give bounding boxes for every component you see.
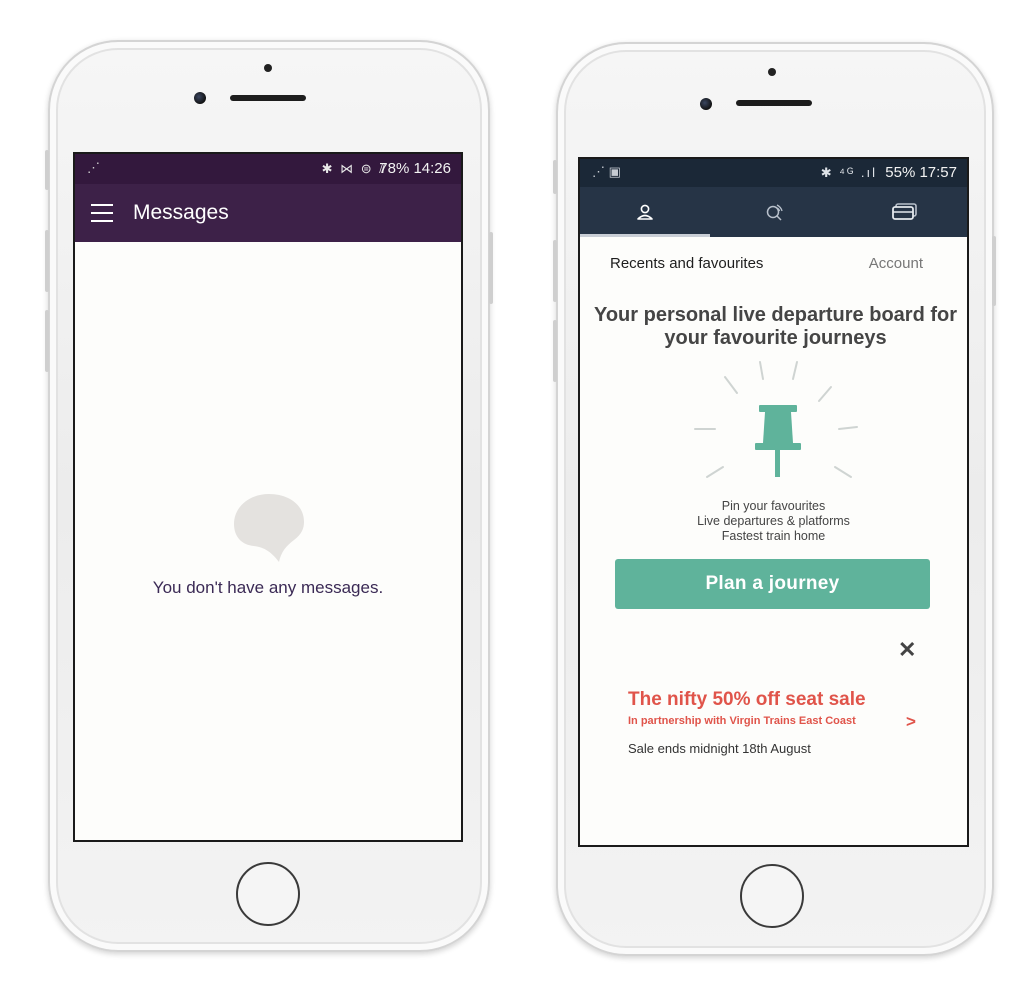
headline: Your personal live departure board for y… <box>593 304 958 349</box>
chevron-right-icon[interactable]: > <box>906 712 916 732</box>
feature-item: Live departures & platforms <box>697 514 850 528</box>
right-volume-down <box>553 320 557 382</box>
signal-icon: ⋰ <box>87 160 100 175</box>
feature-item: Pin your favourites <box>721 499 826 513</box>
left-earpiece <box>230 95 306 101</box>
right-volume-up <box>553 240 557 302</box>
app-bar: Messages <box>75 184 461 242</box>
right-front-camera <box>700 98 712 110</box>
person-icon <box>637 204 653 220</box>
status-icons: ✱ ⁴ᴳ .ıl <box>820 165 877 180</box>
right-screen: ⋰ ▣ ✱ ⁴ᴳ .ıl 55% 17:57 Recents and favou… <box>578 157 969 847</box>
hamburger-icon[interactable] <box>91 204 113 222</box>
page-title: Messages <box>133 201 229 224</box>
left-mute-switch <box>45 150 49 190</box>
close-icon[interactable]: ✕ <box>898 637 916 663</box>
battery-time: 55% 17:57 <box>885 164 957 181</box>
active-tab-indicator <box>580 234 710 237</box>
subtab-recents-favourites[interactable]: Recents and favourites <box>610 255 763 272</box>
tab-search[interactable] <box>710 187 840 237</box>
status-bar: ⋰ ▣ ✱ ⁴ᴳ .ıl 55% 17:57 <box>580 159 967 187</box>
right-proximity-sensor <box>768 68 776 76</box>
tab-bar <box>580 187 967 237</box>
right-power-button <box>992 236 996 306</box>
search-radar-icon <box>766 204 783 221</box>
promo-note: Sale ends midnight 18th August <box>628 741 811 756</box>
promo-title[interactable]: The nifty 50% off seat sale <box>628 689 866 711</box>
promo-subtitle: In partnership with Virgin Trains East C… <box>628 715 856 727</box>
tab-recents[interactable] <box>580 187 710 237</box>
left-home-button[interactable] <box>236 862 300 926</box>
pin-icon <box>694 361 858 478</box>
left-volume-down <box>45 310 49 372</box>
plan-journey-button[interactable]: Plan a journey <box>615 559 930 609</box>
left-front-camera <box>194 92 206 104</box>
right-home-button[interactable] <box>740 864 804 928</box>
left-screen: ⋰ ✱ ⋈ ⊜ ⫽ 78% 14:26 Messages You don't h… <box>73 152 463 842</box>
left-volume-up <box>45 230 49 292</box>
right-earpiece <box>736 100 812 106</box>
wifi-gallery-icons: ⋰ ▣ <box>592 164 621 179</box>
tab-tickets[interactable] <box>840 187 967 237</box>
status-icons: ✱ ⋈ ⊜ ⫽ <box>321 161 387 176</box>
feature-item: Fastest train home <box>721 529 826 543</box>
status-bar: ⋰ ✱ ⋈ ⊜ ⫽ 78% 14:26 <box>75 154 461 184</box>
chat-bubble-icon <box>234 494 304 562</box>
battery-time: 78% 14:26 <box>379 160 451 177</box>
tickets-icon <box>892 203 917 220</box>
feature-list: Pin your favourites Live departures & pl… <box>580 499 967 544</box>
subtab-account[interactable]: Account <box>869 255 923 272</box>
left-power-button <box>489 232 493 304</box>
right-mute-switch <box>553 160 557 194</box>
left-proximity-sensor <box>264 64 272 72</box>
empty-state-message: You don't have any messages. <box>152 578 384 597</box>
